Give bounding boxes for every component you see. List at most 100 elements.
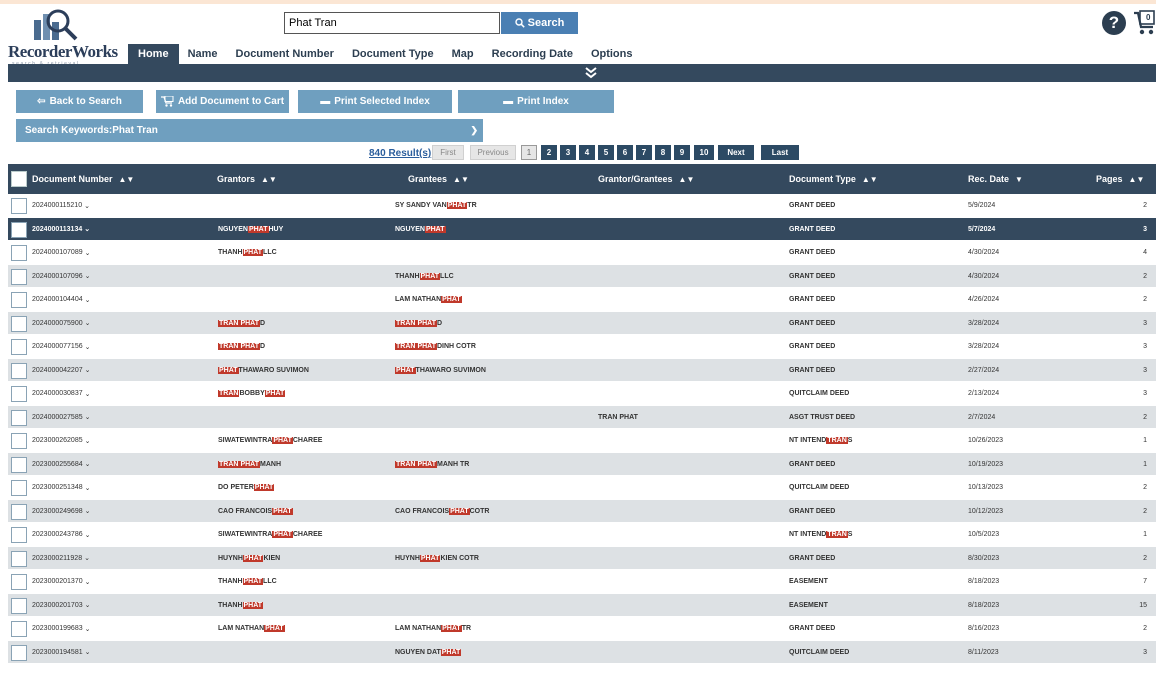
cell-document-number[interactable]: 2023000255684 ⌄ xyxy=(32,453,91,476)
cell-document-number[interactable]: 2023000211928 ⌄ xyxy=(32,547,90,570)
chevron-down-icon[interactable]: ⌄ xyxy=(84,554,90,562)
chevron-down-icon[interactable]: ⌄ xyxy=(85,413,91,421)
pager-page-1[interactable]: 1 xyxy=(521,145,537,160)
row-checkbox[interactable] xyxy=(11,292,27,308)
chevron-down-icon[interactable]: ⌄ xyxy=(85,507,91,515)
cell-document-number[interactable]: 2024000104404 ⌄ xyxy=(32,288,91,311)
cell-document-number[interactable]: 2024000042207 ⌄ xyxy=(32,359,91,382)
cart-icon[interactable] xyxy=(1133,10,1156,36)
header-rec-date[interactable]: Rec. Date ▼ xyxy=(968,164,1023,194)
chevron-down-icon[interactable]: ⌄ xyxy=(85,390,91,398)
row-checkbox[interactable] xyxy=(11,480,27,496)
tab-name[interactable]: Name xyxy=(179,44,227,64)
header-grantors[interactable]: Grantors ▲▼ xyxy=(217,164,277,194)
print-index-button[interactable]: ▬ Print Index xyxy=(458,90,614,113)
pager-page-4[interactable]: 4 xyxy=(579,145,595,160)
header-document-number[interactable]: Document Number ▲▼ xyxy=(32,164,134,194)
table-row[interactable]: 2023000262085 ⌄ SIWATEWINTRA PHAT CHAREE NT … xyxy=(8,429,1156,453)
row-checkbox[interactable] xyxy=(11,574,27,590)
cell-document-number[interactable]: 2023000243786 ⌄ xyxy=(32,523,91,546)
table-row[interactable]: 2023000249698 ⌄ CAO FRANCOIS PHAT CAO FRANC… xyxy=(8,499,1156,523)
tab-map[interactable]: Map xyxy=(443,44,483,64)
table-row[interactable]: 2024000042207 ⌄ PHAT THAWARO SUVIMON PHAT THA… xyxy=(8,358,1156,382)
pager-page-2[interactable]: 2 xyxy=(541,145,557,160)
row-checkbox[interactable] xyxy=(11,198,27,214)
cell-document-number[interactable]: 2024000075900 ⌄ xyxy=(32,312,91,335)
header-pages[interactable]: Pages ▲▼ xyxy=(1096,164,1144,194)
cell-document-number[interactable]: 2023000201370 ⌄ xyxy=(32,570,91,593)
chevron-down-icon[interactable]: ⌄ xyxy=(85,601,91,609)
row-checkbox[interactable] xyxy=(11,315,27,332)
row-checkbox[interactable] xyxy=(11,597,27,614)
table-row[interactable]: 2024000027585 ⌄ TRAN PHAT ASGT TRUST DEED 2/… xyxy=(8,405,1156,429)
cell-document-number[interactable]: 2023000194581 ⌄ xyxy=(32,641,91,664)
recorderworks-logo[interactable]: RecorderWorks search & retrieval xyxy=(8,8,128,67)
header-grantees[interactable]: Grantees ▲▼ xyxy=(408,164,469,194)
table-row[interactable]: 2023000251348 ⌄ DO PETER PHAT QUITCLAIM DEE… xyxy=(8,476,1156,500)
chevron-down-icon[interactable]: ⌄ xyxy=(85,319,91,327)
table-row[interactable]: 2023000201370 ⌄ THANH PHAT LLC EASEMENT 8/18… xyxy=(8,570,1156,594)
row-checkbox[interactable] xyxy=(11,550,27,567)
tab-document-type[interactable]: Document Type xyxy=(343,44,443,64)
cell-document-number[interactable]: 2024000077156 ⌄ xyxy=(32,335,91,358)
chevron-down-icon[interactable]: ⌄ xyxy=(84,225,90,233)
table-row[interactable]: 2023000255684 ⌄ TRAN PHAT MANH TRAN PHAT MA… xyxy=(8,452,1156,476)
table-row[interactable]: 2024000107089 ⌄ THANH PHAT LLC GRANT DEED 4/… xyxy=(8,241,1156,265)
chevron-down-icon[interactable]: ⌄ xyxy=(85,272,91,280)
table-row[interactable]: 2023000211928 ⌄ HUYNH PHAT KIEN HUYNH PHAT … xyxy=(8,546,1156,570)
row-checkbox[interactable] xyxy=(11,621,27,637)
table-row[interactable]: 2024000113134 ⌄ NGUYEN PHAT HUY NGUYEN PHAT… xyxy=(8,217,1156,241)
row-checkbox[interactable] xyxy=(11,362,27,379)
pager-page-9[interactable]: 9 xyxy=(674,145,690,160)
cell-document-number[interactable]: 2024000027585 ⌄ xyxy=(32,406,91,429)
chevron-down-icon[interactable]: ⌄ xyxy=(84,202,90,210)
cell-document-number[interactable]: 2024000115210 ⌄ xyxy=(32,194,90,217)
search-keywords-bar[interactable]: Search Keywords:Phat Tran ❯ xyxy=(16,119,483,142)
pager-page-7[interactable]: 7 xyxy=(636,145,652,160)
row-checkbox[interactable] xyxy=(11,268,27,285)
pager-page-8[interactable]: 8 xyxy=(655,145,671,160)
result-count-link[interactable]: 840 Result(s) xyxy=(369,148,431,159)
chevron-down-icon[interactable]: ⌄ xyxy=(85,484,91,492)
chevron-down-icon[interactable]: ⌄ xyxy=(85,578,91,586)
table-row[interactable]: 2023000199683 ⌄ LAM NATHAN PHAT LAM NATHAN … xyxy=(8,617,1156,641)
row-checkbox[interactable] xyxy=(11,245,27,261)
header-grantor-grantees[interactable]: Grantor/Grantees ▲▼ xyxy=(598,164,694,194)
help-icon[interactable]: ? xyxy=(1102,11,1126,35)
pager-page-5[interactable]: 5 xyxy=(598,145,614,160)
pager-first[interactable]: First xyxy=(432,145,464,160)
add-document-to-cart-button[interactable]: Add Document to Cart xyxy=(156,90,289,113)
row-checkbox[interactable] xyxy=(11,409,27,426)
cell-document-number[interactable]: 2023000199683 ⌄ xyxy=(32,617,91,640)
select-all-checkbox[interactable] xyxy=(11,171,27,187)
cell-document-number[interactable]: 2023000201703 ⌄ xyxy=(32,594,91,617)
search-input[interactable] xyxy=(284,12,500,34)
cell-document-number[interactable]: 2023000262085 ⌄ xyxy=(32,429,91,452)
row-checkbox[interactable] xyxy=(11,386,27,402)
tab-document-number[interactable]: Document Number xyxy=(227,44,343,64)
chevron-down-icon[interactable]: ⌄ xyxy=(85,437,91,445)
tab-recording-date[interactable]: Recording Date xyxy=(483,44,582,64)
cell-document-number[interactable]: 2023000251348 ⌄ xyxy=(32,476,91,499)
cell-document-number[interactable]: 2024000113134 ⌄ xyxy=(32,218,90,241)
cell-document-number[interactable]: 2024000030837 ⌄ xyxy=(32,382,91,405)
table-row[interactable]: 2024000077156 ⌄ TRAN PHAT D TRAN PHAT DINH … xyxy=(8,335,1156,359)
chevron-down-icon[interactable]: ⌄ xyxy=(85,460,91,468)
chevron-down-icon[interactable]: ⌄ xyxy=(85,648,91,656)
row-checkbox[interactable] xyxy=(11,644,27,661)
table-row[interactable]: 2024000075900 ⌄ TRAN PHAT D TRAN PHAT D GRAN… xyxy=(8,311,1156,335)
row-checkbox[interactable] xyxy=(11,456,27,473)
table-row[interactable]: 2024000107096 ⌄ THANH PHAT LLC GRANT DEED 4/… xyxy=(8,264,1156,288)
pager-page-3[interactable]: 3 xyxy=(560,145,576,160)
table-row[interactable]: 2023000201703 ⌄ THANH PHAT EASEMENT 8/18/202… xyxy=(8,593,1156,617)
cell-document-number[interactable]: 2024000107096 ⌄ xyxy=(32,265,91,288)
chevron-down-icon[interactable]: ⌄ xyxy=(85,625,91,633)
pager-last[interactable]: Last xyxy=(761,145,799,160)
print-selected-index-button[interactable]: ▬ Print Selected Index xyxy=(298,90,452,113)
row-checkbox[interactable] xyxy=(11,339,27,355)
cell-document-number[interactable]: 2024000107089 ⌄ xyxy=(32,241,91,264)
pager-page-6[interactable]: 6 xyxy=(617,145,633,160)
header-document-type[interactable]: Document Type ▲▼ xyxy=(789,164,878,194)
expand-chevron-icon[interactable] xyxy=(584,66,598,80)
back-to-search-button[interactable]: ⇦ Back to Search xyxy=(16,90,143,113)
